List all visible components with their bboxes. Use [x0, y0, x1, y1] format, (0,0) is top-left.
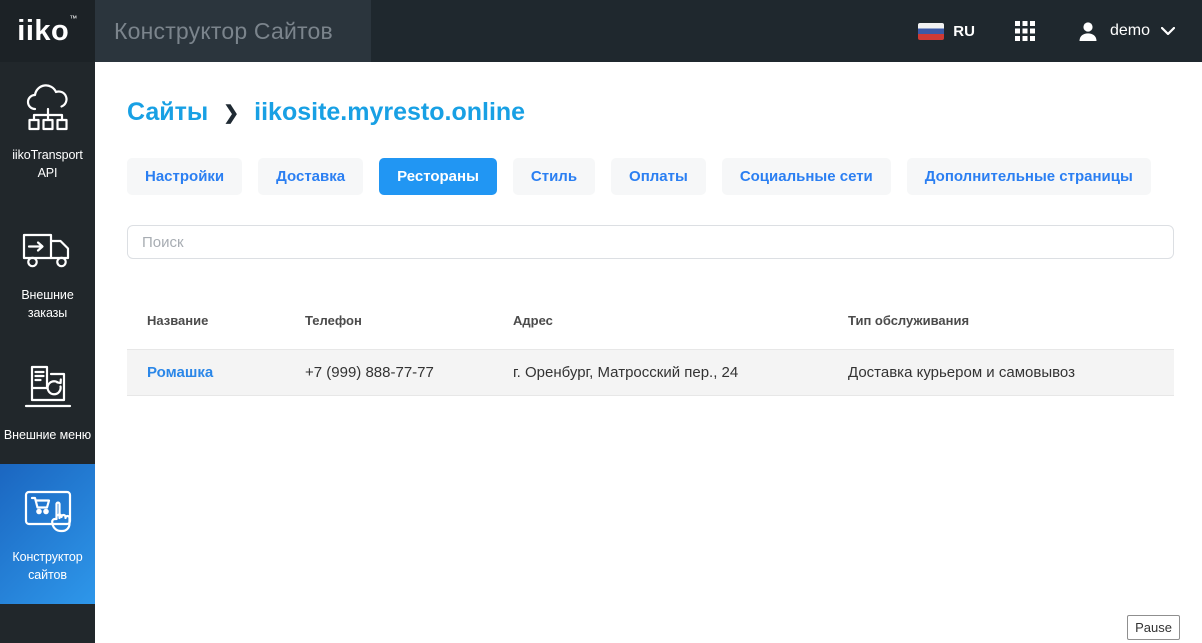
language-code: RU [953, 23, 975, 40]
search-bar [127, 225, 1174, 259]
sidebar-item-external-menus[interactable]: Внешние меню [0, 342, 95, 464]
user-name: demo [1110, 22, 1150, 40]
topbar-right: RU demo [371, 0, 1202, 62]
sidebar-item-site-builder[interactable]: Конструктор сайтов [0, 464, 95, 604]
chevron-down-icon [1161, 27, 1175, 35]
breadcrumb: Сайты ❯ iikosite.myresto.online [127, 98, 1174, 127]
cloud-network-icon [20, 82, 76, 138]
tab-delivery[interactable]: Доставка [258, 158, 363, 195]
column-header-name: Название [127, 313, 305, 328]
apps-grid-icon [1015, 21, 1035, 41]
tab-payments[interactable]: Оплаты [611, 158, 706, 195]
russian-flag-icon [918, 23, 944, 40]
sidebar: iikoTransport API Внешние заказы [0, 62, 95, 643]
table-header-row: Название Телефон Адрес Тип обслуживания [127, 313, 1174, 349]
trademark-symbol: ™ [69, 14, 78, 23]
column-header-address: Адрес [513, 313, 848, 328]
tab-additional-pages[interactable]: Дополнительные страницы [907, 158, 1151, 195]
topbar: iiko™ Конструктор Сайтов RU [0, 0, 1202, 62]
column-header-phone: Телефон [305, 313, 513, 328]
tab-bar: Настройки Доставка Рестораны Стиль Оплат… [127, 158, 1174, 195]
sidebar-item-external-orders[interactable]: Внешние заказы [0, 202, 95, 342]
breadcrumb-sites-link[interactable]: Сайты [127, 98, 208, 127]
restaurant-service-type: Доставка курьером и самовывоз [848, 364, 1174, 381]
iiko-logo: iiko™ [17, 17, 77, 46]
iiko-logo-block[interactable]: iiko™ [0, 0, 95, 62]
app-title-strip: Конструктор Сайтов [95, 0, 371, 62]
apps-grid-button[interactable] [1015, 21, 1035, 41]
table-row[interactable]: Ромашка +7 (999) 888-77-77 г. Оренбург, … [127, 349, 1174, 396]
restaurants-table: Название Телефон Адрес Тип обслуживания … [127, 313, 1174, 396]
tab-style[interactable]: Стиль [513, 158, 595, 195]
restaurant-phone: +7 (999) 888-77-77 [305, 364, 513, 381]
site-builder-icon [20, 484, 76, 540]
tab-settings[interactable]: Настройки [127, 158, 242, 195]
main-content: Сайты ❯ iikosite.myresto.online Настройк… [95, 62, 1202, 643]
pause-button[interactable]: Pause [1127, 615, 1180, 640]
menu-sync-laptop-icon [20, 362, 76, 418]
sidebar-item-label: Внешние меню [4, 426, 91, 444]
sidebar-item-label: Конструктор сайтов [2, 548, 93, 584]
search-input[interactable] [127, 225, 1174, 259]
user-menu[interactable]: demo [1077, 21, 1175, 42]
restaurant-address: г. Оренбург, Матросский пер., 24 [513, 364, 848, 381]
tab-social-networks[interactable]: Социальные сети [722, 158, 891, 195]
tab-restaurants[interactable]: Рестораны [379, 158, 497, 195]
user-avatar-icon [1077, 21, 1099, 42]
breadcrumb-current-site[interactable]: iikosite.myresto.online [254, 98, 525, 127]
sidebar-item-label: Внешние заказы [2, 286, 93, 322]
sidebar-item-label: iikoTransport API [2, 146, 93, 182]
breadcrumb-chevron-icon: ❯ [223, 102, 239, 125]
app-title: Конструктор Сайтов [114, 18, 333, 45]
restaurant-name-link[interactable]: Ромашка [127, 364, 305, 381]
sidebar-item-iikotransport-api[interactable]: iikoTransport API [0, 62, 95, 202]
column-header-service-type: Тип обслуживания [848, 313, 1174, 328]
delivery-truck-icon [20, 222, 76, 278]
language-switcher[interactable]: RU [918, 23, 975, 40]
